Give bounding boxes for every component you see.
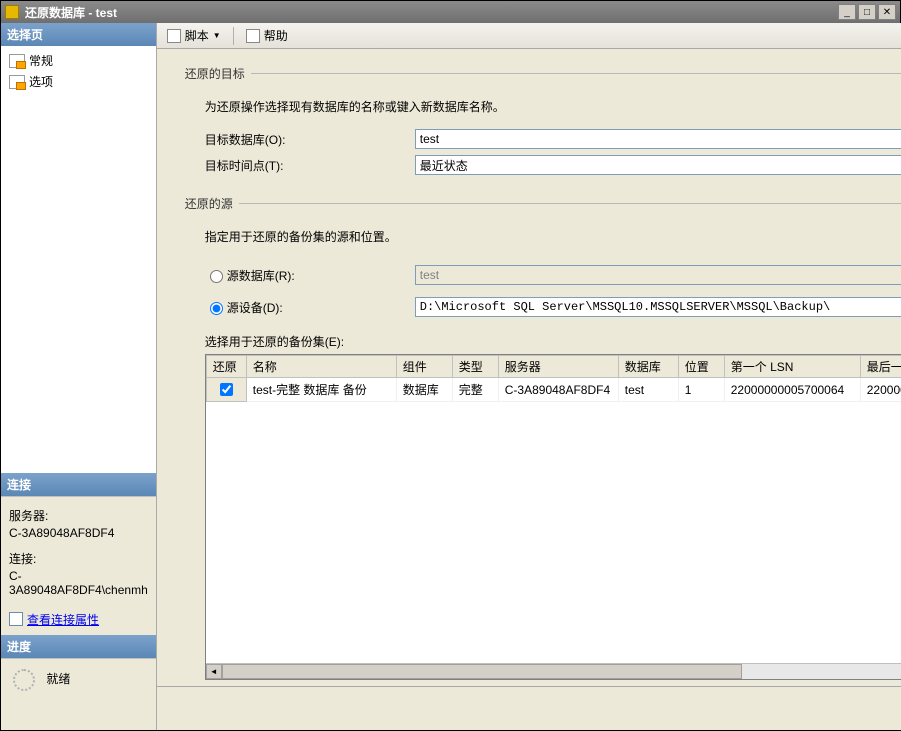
restore-target-desc: 为还原操作选择现有数据库的名称或键入新数据库名称。 bbox=[205, 98, 901, 115]
maximize-button[interactable]: □ bbox=[858, 4, 876, 20]
connection-panel: 服务器: C-3A89048AF8DF4 连接: C-3A89048AF8DF4… bbox=[1, 496, 156, 636]
table-row[interactable]: test-完整 数据库 备份 数据库 完整 C-3A89048AF8DF4 te… bbox=[206, 378, 901, 402]
chevron-down-icon: ▼ bbox=[213, 31, 221, 40]
scroll-thumb[interactable] bbox=[222, 664, 742, 679]
conn-value: C-3A89048AF8DF4\chenmh bbox=[9, 569, 148, 597]
scroll-left-icon[interactable]: ◄ bbox=[206, 664, 222, 679]
script-button[interactable]: 脚本 ▼ bbox=[163, 25, 225, 46]
help-icon bbox=[246, 29, 260, 43]
source-db-radio[interactable] bbox=[210, 270, 223, 283]
source-device-field bbox=[415, 297, 901, 317]
server-label: 服务器: bbox=[9, 507, 148, 524]
progress-spinner-icon bbox=[13, 669, 35, 691]
toolbar: 脚本 ▼ 帮助 bbox=[157, 23, 901, 49]
select-page-header: 选择页 bbox=[1, 23, 156, 46]
nav-label: 选项 bbox=[29, 73, 53, 90]
restore-source-desc: 指定用于还原的备份集的源和位置。 bbox=[205, 228, 901, 245]
target-db-combo[interactable] bbox=[415, 129, 901, 149]
target-time-label: 目标时间点(T): bbox=[205, 157, 405, 174]
script-icon bbox=[167, 29, 181, 43]
help-button[interactable]: 帮助 bbox=[242, 25, 292, 46]
conn-label: 连接: bbox=[9, 550, 148, 567]
source-db-label: 源数据库(R): bbox=[227, 267, 295, 284]
restore-row-checkbox[interactable] bbox=[220, 383, 233, 396]
nav-options[interactable]: 选项 bbox=[5, 71, 152, 92]
nav-general[interactable]: 常规 bbox=[5, 50, 152, 71]
source-db-combo bbox=[415, 265, 901, 285]
restore-target-group: 还原的目标 bbox=[185, 65, 901, 82]
select-backup-sets-label: 选择用于还原的备份集(E): bbox=[205, 333, 901, 350]
page-icon bbox=[9, 75, 25, 89]
view-connection-props-link[interactable]: 查看连接属性 bbox=[9, 611, 99, 628]
horizontal-scrollbar[interactable]: ◄ ► bbox=[206, 663, 901, 679]
script-label: 脚本 bbox=[185, 27, 209, 44]
title-bar: 还原数据库 - test _ □ ✕ bbox=[1, 1, 900, 23]
nav-label: 常规 bbox=[29, 52, 53, 69]
connection-header: 连接 bbox=[1, 473, 156, 496]
link-text: 查看连接属性 bbox=[27, 611, 99, 628]
app-icon bbox=[5, 5, 19, 19]
close-button[interactable]: ✕ bbox=[878, 4, 896, 20]
backup-sets-grid[interactable]: 还原 名称 组件 类型 服务器 数据库 位置 第一个 LSN 最后一… bbox=[205, 354, 901, 680]
server-value: C-3A89048AF8DF4 bbox=[9, 526, 148, 540]
connection-icon bbox=[9, 612, 23, 626]
sidebar: 选择页 常规 选项 连接 服务器: C-3A89048AF8DF4 连接: C-… bbox=[1, 23, 157, 730]
grid-header-row: 还原 名称 组件 类型 服务器 数据库 位置 第一个 LSN 最后一… bbox=[206, 356, 901, 378]
source-device-label: 源设备(D): bbox=[227, 299, 283, 316]
progress-header: 进度 bbox=[1, 635, 156, 658]
target-db-label: 目标数据库(O): bbox=[205, 131, 405, 148]
minimize-button[interactable]: _ bbox=[838, 4, 856, 20]
source-device-radio[interactable] bbox=[210, 302, 223, 315]
page-icon bbox=[9, 54, 25, 68]
progress-panel: 就绪 bbox=[1, 658, 156, 730]
window-title: 还原数据库 - test bbox=[25, 4, 836, 21]
help-label: 帮助 bbox=[264, 27, 288, 44]
dialog-footer: 确定 取消 bbox=[157, 686, 901, 730]
target-time-field bbox=[415, 155, 901, 175]
restore-source-group: 还原的源 bbox=[185, 195, 901, 212]
progress-status: 就绪 bbox=[46, 672, 70, 686]
